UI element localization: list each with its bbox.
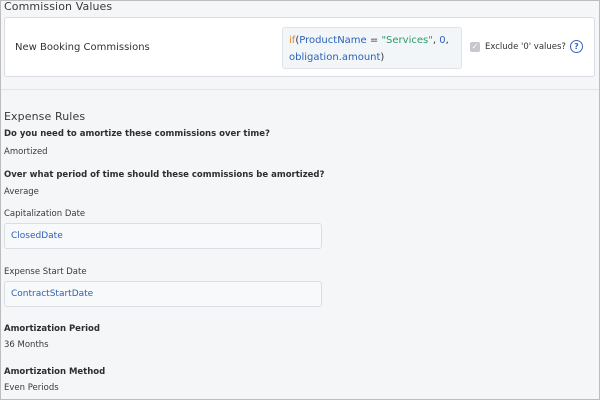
- commission-card: New Booking Commissions if(ProductName =…: [4, 17, 595, 77]
- amortize-question: Do you need to amortize these commission…: [4, 129, 270, 139]
- exclude-zero-checkbox[interactable]: ✓: [470, 42, 480, 52]
- page-frame: Commission Values New Booking Commission…: [0, 0, 600, 400]
- formula-string: "Services": [381, 35, 433, 46]
- amortization-period-value: 36 Months: [4, 340, 49, 350]
- capitalization-date-label: Capitalization Date: [4, 209, 86, 219]
- new-booking-commissions-label: New Booking Commissions: [15, 42, 150, 53]
- commission-formula-editor[interactable]: if(ProductName = "Services", 0, obligatio…: [282, 27, 462, 69]
- formula-operator: =: [366, 35, 382, 46]
- help-icon[interactable]: ?: [570, 40, 583, 53]
- formula-field: ProductName: [299, 35, 367, 46]
- commission-values-title: Commission Values: [4, 0, 113, 13]
- amortization-method-value: Even Periods: [4, 383, 59, 393]
- formula-comma: ,: [445, 35, 449, 46]
- amortization-period-label: Amortization Period: [4, 324, 100, 334]
- expense-start-date-field[interactable]: ContractStartDate: [4, 281, 322, 307]
- section-divider: [1, 89, 599, 90]
- amortize-period-question: Over what period of time should these co…: [4, 170, 325, 180]
- capitalization-date-field[interactable]: ClosedDate: [4, 223, 322, 249]
- amortize-period-answer: Average: [4, 187, 39, 197]
- amortization-method-label: Amortization Method: [4, 367, 106, 377]
- formula-paren-close: ): [380, 52, 385, 63]
- formula-field: obligation.amount: [289, 52, 381, 63]
- amortize-answer: Amortized: [4, 147, 48, 157]
- exclude-zero-label: Exclude '0' values?: [485, 42, 566, 52]
- expense-start-date-label: Expense Start Date: [4, 267, 87, 277]
- expense-rules-title: Expense Rules: [4, 110, 86, 123]
